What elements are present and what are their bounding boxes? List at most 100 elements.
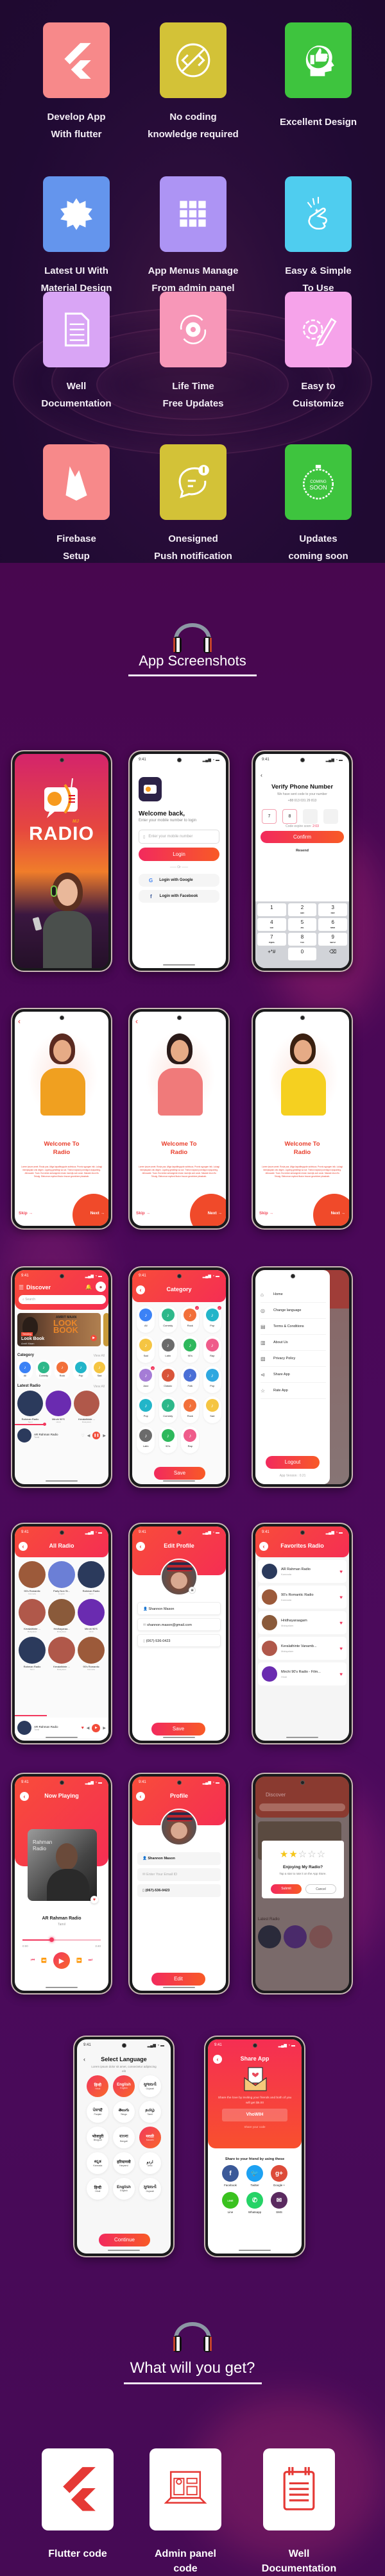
- continue-button[interactable]: Continue: [99, 2234, 150, 2246]
- category-option[interactable]: ♪ Pop: [203, 1366, 221, 1393]
- skip-next-icon[interactable]: ⏭: [89, 1958, 92, 1963]
- favorite-item[interactable]: Mirchi 90's Radio - Film... Hindi ♥: [258, 1662, 346, 1685]
- rewind-icon[interactable]: ⏪: [41, 1958, 47, 1963]
- heart-icon[interactable]: ♥: [339, 1671, 343, 1677]
- share-option[interactable]: g+ Google +: [271, 2165, 287, 2187]
- save-button[interactable]: Save: [151, 1723, 205, 1735]
- category-option[interactable]: ♪ Jazz ✓: [137, 1366, 155, 1393]
- category-chip[interactable]: ♪ Comedy: [36, 1360, 51, 1379]
- next-banner[interactable]: [103, 1313, 108, 1346]
- share-option[interactable]: LINE Line: [222, 2192, 239, 2214]
- language-option[interactable]: ਪੰਜਾਬੀ Panjabi: [87, 2101, 109, 2123]
- share-option[interactable]: f Facebook: [222, 2165, 239, 2187]
- radio-card[interactable]: Party Non St... English: [47, 1561, 76, 1595]
- keypad-key[interactable]: 5 JKL: [287, 918, 317, 931]
- language-option[interactable]: ગુજરાતી Gujarati: [139, 2075, 161, 2097]
- category-option[interactable]: ♪ Comedy: [158, 1396, 177, 1423]
- drawer-item[interactable]: ▥ About Us: [261, 1335, 326, 1351]
- code-digit-box[interactable]: [303, 809, 318, 824]
- email-field[interactable]: ✉ shannon.mason@gmail.com: [137, 1618, 221, 1631]
- favorite-item[interactable]: 90's Romantic Radio Kannada ♥: [258, 1585, 346, 1609]
- referral-code[interactable]: VhoWIH: [222, 2109, 287, 2121]
- category-chip[interactable]: ♪ Sad: [92, 1360, 107, 1379]
- language-option[interactable]: ಕನ್ನಡ Kannada: [87, 2152, 109, 2174]
- category-option[interactable]: ♪ Rock: [181, 1396, 200, 1423]
- next-button[interactable]: Next →: [208, 1211, 222, 1216]
- favorite-item[interactable]: Keralathinte Vanamb... Malayalam ♥: [258, 1637, 346, 1660]
- back-icon[interactable]: ‹: [135, 1017, 138, 1026]
- category-option[interactable]: ♪ 90's: [181, 1336, 200, 1363]
- camera-icon[interactable]: ◙: [189, 1587, 196, 1594]
- category-chip[interactable]: ♪ All: [17, 1360, 33, 1379]
- mini-player-progress[interactable]: [15, 1424, 44, 1425]
- drawer-item[interactable]: ⌂ Home: [261, 1287, 326, 1303]
- category-option[interactable]: ♪ 90's: [158, 1426, 177, 1453]
- keypad-key[interactable]: 6 MNO: [318, 918, 347, 931]
- keypad-key[interactable]: ⌫: [318, 948, 347, 960]
- cancel-button[interactable]: Cancel: [305, 1884, 336, 1894]
- phone-number-input[interactable]: ▯ Enter your mobile number: [139, 830, 219, 844]
- keypad-key[interactable]: 4 GHI: [257, 918, 286, 931]
- heart-icon[interactable]: ♥: [339, 1569, 343, 1575]
- heart-icon[interactable]: ♥: [339, 1646, 343, 1652]
- language-option[interactable]: English English: [112, 2178, 135, 2200]
- play-button[interactable]: ▶: [53, 1952, 70, 1969]
- share-option[interactable]: 🐦 Twitter: [246, 2165, 263, 2187]
- star-empty-icon[interactable]: ☆: [298, 1849, 307, 1860]
- category-option[interactable]: ♪ Latin: [137, 1426, 155, 1453]
- radio-card[interactable]: Rahman Radio Tamil: [76, 1561, 106, 1595]
- confirm-button[interactable]: Confirm: [261, 831, 344, 843]
- language-option[interactable]: हिन्दी Hindi: [87, 2075, 109, 2097]
- star-empty-icon[interactable]: ☆: [307, 1849, 316, 1860]
- next-button[interactable]: Next →: [331, 1211, 345, 1216]
- language-option[interactable]: हिन्दी Hindi: [87, 2178, 109, 2200]
- category-option[interactable]: ♪ Latin: [158, 1336, 177, 1363]
- keypad-key[interactable]: +*#: [257, 948, 286, 960]
- radio-card[interactable]: Keralathinte ... Malayalam: [74, 1391, 99, 1423]
- language-option[interactable]: తెలుగు Telugu: [112, 2101, 135, 2123]
- next-icon[interactable]: ▶: [103, 1726, 106, 1730]
- previous-icon[interactable]: ◀: [87, 1726, 90, 1730]
- star-filled-icon[interactable]: ★: [280, 1849, 289, 1860]
- skip-previous-icon[interactable]: ⏮: [31, 1958, 35, 1963]
- category-option[interactable]: ♪ Pop ✓: [203, 1306, 221, 1333]
- keypad-key[interactable]: 3 DEF: [318, 903, 347, 916]
- category-option[interactable]: ♪ Rock ✓: [181, 1306, 200, 1333]
- skip-button[interactable]: Skip →: [19, 1211, 33, 1216]
- menu-icon[interactable]: ☰: [19, 1284, 24, 1291]
- play-icon[interactable]: ▶: [92, 1723, 101, 1732]
- drawer-item[interactable]: ◎ Change language: [261, 1303, 326, 1319]
- keypad-key[interactable]: 8 TUV: [287, 933, 317, 946]
- favorite-item[interactable]: AR Rahman Radio Kannada ♥: [258, 1560, 346, 1583]
- category-chip[interactable]: ♪ Pop: [73, 1360, 89, 1379]
- back-icon[interactable]: ‹: [18, 1017, 21, 1026]
- radio-card[interactable]: Mirchi 90'S Hindi: [76, 1599, 106, 1633]
- keypad-key[interactable]: 7 PQRS: [257, 933, 286, 946]
- language-option[interactable]: English English: [112, 2075, 135, 2097]
- share-option[interactable]: ✆ Whatsapp: [246, 2192, 263, 2214]
- category-option[interactable]: ♪ All: [137, 1306, 155, 1333]
- radio-card[interactable]: Keralathinte ... Malayalam: [17, 1599, 47, 1633]
- submit-button[interactable]: Submit: [271, 1884, 302, 1894]
- category-option[interactable]: ♪ Classic: [158, 1366, 177, 1393]
- logout-button[interactable]: Logout: [266, 1456, 320, 1469]
- radio-card[interactable]: 90's Romantic Kannada: [76, 1637, 106, 1671]
- share-option[interactable]: ✉ SMS: [271, 2192, 287, 2214]
- favorite-heart-icon[interactable]: ♥: [90, 1896, 98, 1903]
- heart-icon[interactable]: ♥: [339, 1620, 343, 1626]
- featured-banner[interactable]: AMRIT MAAN LOOK BOOK Trending Look Book A…: [17, 1313, 101, 1346]
- heart-icon[interactable]: ♥: [81, 1726, 84, 1730]
- mini-player[interactable]: AR Rahman Radio Tamil ♥ ◀ ▶ ▶: [15, 1718, 108, 1738]
- keypad-key[interactable]: 9 WXYZ: [318, 933, 347, 946]
- category-option[interactable]: ♪ Comedy: [158, 1306, 177, 1333]
- language-option[interactable]: भोजपुरी Bhojpuri: [87, 2127, 109, 2148]
- star-filled-icon[interactable]: ★: [289, 1849, 298, 1860]
- view-all-link[interactable]: View All: [94, 1354, 105, 1358]
- edit-button[interactable]: Edit: [151, 1973, 205, 1986]
- back-icon[interactable]: ‹: [261, 772, 262, 778]
- skip-button[interactable]: Skip →: [259, 1211, 273, 1216]
- category-chip[interactable]: ♪ Rock: [55, 1360, 70, 1379]
- play-icon[interactable]: ▶: [90, 1335, 97, 1341]
- category-option[interactable]: ♪ Sad: [137, 1336, 155, 1363]
- language-option[interactable]: ગુજરાતી Gujarati: [139, 2178, 161, 2200]
